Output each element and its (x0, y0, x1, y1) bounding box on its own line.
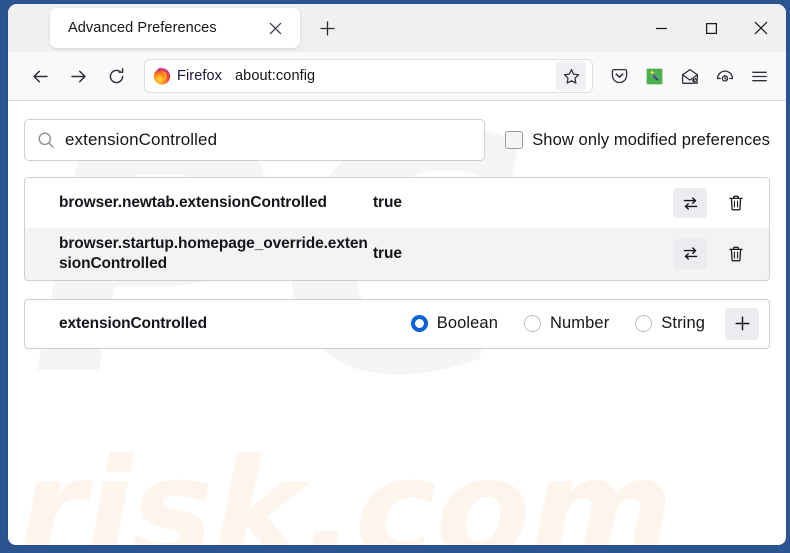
search-input-value: extensionControlled (65, 130, 218, 149)
radio-number-indicator[interactable] (524, 315, 541, 333)
close-icon[interactable] (262, 15, 288, 41)
show-modified-preferences-toggle[interactable]: Show only modified preferences (505, 131, 770, 150)
show-modified-label: Show only modified preferences (532, 130, 770, 149)
table-row[interactable]: browser.startup.homepage_override.extens… (25, 228, 769, 280)
sync-icon[interactable] (708, 60, 741, 92)
desktop-background: Advanced Preferences Firefox about:confi… (0, 0, 790, 553)
radio-boolean-label: Boolean (436, 314, 498, 333)
forward-arrow-icon[interactable] (62, 60, 94, 92)
page-content: extensionControlled Show only modified p… (8, 101, 786, 349)
preference-name: browser.startup.homepage_override.extens… (59, 235, 368, 272)
table-row[interactable]: browser.newtab.extensionControlled true (25, 178, 769, 228)
preference-table: browser.newtab.extensionControlled true (24, 177, 770, 281)
url-text: about:config (235, 68, 316, 84)
maximize-icon[interactable] (686, 4, 736, 52)
close-window-icon[interactable] (736, 4, 786, 52)
tab-title: Advanced Preferences (68, 20, 217, 36)
minimize-icon[interactable] (636, 4, 686, 52)
trash-icon[interactable] (719, 188, 753, 218)
trash-icon[interactable] (719, 239, 753, 269)
preference-value: true (373, 194, 402, 211)
radio-option-boolean[interactable]: Boolean (410, 314, 498, 333)
toggle-arrows-icon[interactable] (673, 188, 707, 218)
search-icon (37, 131, 55, 149)
firefox-logo-icon (153, 67, 171, 85)
back-arrow-icon[interactable] (24, 60, 56, 92)
extension-icon[interactable] (638, 60, 671, 92)
preference-name: browser.newtab.extensionControlled (59, 194, 327, 212)
show-modified-checkbox[interactable] (505, 131, 524, 149)
radio-option-number[interactable]: Number (524, 314, 609, 333)
tab-strip: Advanced Preferences (8, 4, 786, 52)
star-icon[interactable] (556, 61, 586, 91)
menu-icon[interactable] (743, 60, 776, 92)
toggle-arrows-icon[interactable] (673, 238, 707, 269)
watermark-bottom-text: risk.com (18, 429, 673, 546)
add-preference-row: extensionControlled Boolean Number Strin… (24, 298, 770, 349)
radio-number-label: Number (550, 314, 610, 333)
radio-boolean-indicator[interactable] (410, 315, 428, 333)
radio-string-indicator[interactable] (635, 315, 653, 333)
browser-window: Advanced Preferences Firefox about:confi… (8, 4, 786, 545)
new-tab-button[interactable] (310, 11, 344, 45)
add-preference-button[interactable] (725, 307, 759, 340)
about-config-page: PC risk.com extensionControlled (8, 101, 786, 545)
mail-icon[interactable] (673, 60, 706, 92)
site-identity-chip[interactable]: Firefox (149, 63, 232, 89)
new-preference-name: extensionControlled (59, 314, 207, 332)
navigation-toolbar: Firefox about:config (8, 52, 786, 101)
toolbar-icons (603, 60, 776, 92)
preference-value: true (373, 244, 402, 262)
radio-string-label: String (661, 314, 705, 333)
search-row: extensionControlled Show only modified p… (24, 119, 770, 161)
search-input[interactable]: extensionControlled (24, 119, 486, 161)
browser-tab-advanced-preferences[interactable]: Advanced Preferences (50, 8, 300, 48)
reload-icon[interactable] (100, 60, 132, 92)
window-controls (636, 4, 786, 52)
identity-label: Firefox (177, 68, 223, 84)
pocket-icon[interactable] (603, 60, 636, 92)
address-bar[interactable]: Firefox about:config (144, 59, 593, 93)
preference-type-radio-group: Boolean Number String (410, 314, 705, 333)
radio-option-string[interactable]: String (635, 314, 705, 333)
